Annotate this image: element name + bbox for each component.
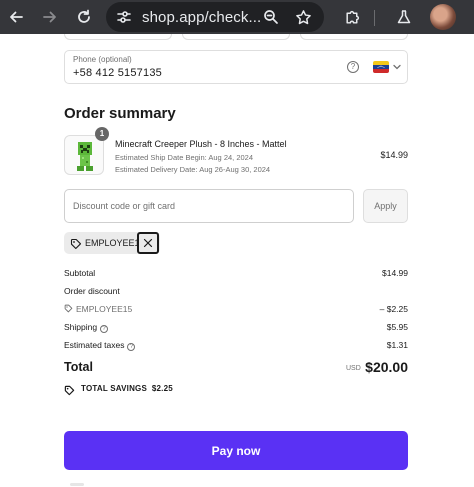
shipping-value: $5.95 bbox=[386, 322, 408, 332]
tag-icon bbox=[70, 237, 82, 255]
ship-date: Estimated Ship Date Begin: Aug 24, 2024 bbox=[115, 153, 254, 162]
back-arrow-icon[interactable] bbox=[2, 3, 30, 31]
phone-field[interactable]: Phone (optional) +58 412 5157135 ? bbox=[64, 50, 408, 84]
savings-tag-icon bbox=[64, 383, 75, 401]
remove-code-button[interactable] bbox=[137, 232, 159, 254]
taxes-label: Estimated taxes bbox=[64, 340, 125, 350]
discount-code-line: EMPLOYEE15 bbox=[64, 304, 132, 315]
close-icon bbox=[143, 238, 153, 248]
puzzle-icon[interactable] bbox=[338, 3, 366, 31]
subtotal-value: $14.99 bbox=[382, 268, 408, 278]
product-price: $14.99 bbox=[380, 150, 408, 160]
reload-icon[interactable] bbox=[70, 3, 98, 31]
quantity-badge: 1 bbox=[95, 127, 109, 141]
magnifier-icon[interactable] bbox=[260, 6, 282, 28]
question-circle-icon[interactable]: ? bbox=[347, 61, 359, 73]
product-name: Minecraft Creeper Plush - 8 Inches - Mat… bbox=[115, 139, 287, 149]
shipping-line: Shipping? bbox=[64, 322, 109, 333]
question-circle-icon[interactable]: ? bbox=[127, 343, 136, 351]
checkout-page: Phone (optional) +58 412 5157135 ? Order… bbox=[0, 34, 474, 487]
question-circle-icon[interactable]: ? bbox=[100, 325, 109, 333]
order-summary-title: Order summary bbox=[64, 105, 176, 122]
total-currency: USD bbox=[346, 365, 361, 372]
delivery-date: Estimated Delivery Date: Aug 26-Aug 30, … bbox=[115, 165, 271, 174]
discount-code-input[interactable] bbox=[64, 189, 354, 223]
total-savings: TOTAL SAVINGS $2.25 bbox=[81, 384, 173, 393]
shipping-label: Shipping bbox=[64, 322, 98, 332]
pay-now-button[interactable]: Pay now bbox=[64, 431, 408, 470]
toolbar-divider bbox=[374, 10, 375, 26]
flask-icon[interactable] bbox=[390, 3, 418, 31]
tune-icon[interactable] bbox=[116, 9, 132, 25]
total-label: Total bbox=[64, 360, 93, 374]
avatar[interactable] bbox=[430, 4, 456, 30]
subtotal-label: Subtotal bbox=[64, 268, 96, 278]
phone-value[interactable]: +58 412 5157135 bbox=[73, 67, 162, 79]
phone-label: Phone (optional) bbox=[73, 55, 132, 64]
total-value: $20.00 bbox=[365, 359, 408, 375]
applied-code-label: EMPLOYEE15 bbox=[85, 238, 145, 248]
discount-code-text: EMPLOYEE15 bbox=[76, 304, 133, 314]
previous-field-bottom bbox=[300, 34, 408, 40]
forward-arrow-icon[interactable] bbox=[36, 3, 64, 31]
venezuela-flag-icon[interactable] bbox=[373, 61, 389, 73]
product-image bbox=[64, 135, 104, 175]
chevron-down-icon[interactable] bbox=[393, 63, 401, 72]
taxes-line: Estimated taxes? bbox=[64, 340, 136, 351]
apply-button[interactable]: Apply bbox=[363, 189, 408, 223]
previous-field-bottom bbox=[64, 34, 172, 40]
star-icon[interactable] bbox=[292, 6, 314, 28]
browser-toolbar: shop.app/check... bbox=[0, 0, 474, 34]
tag-icon bbox=[64, 304, 73, 315]
discount-value: – $2.25 bbox=[379, 304, 408, 314]
order-discount-label: Order discount bbox=[64, 286, 120, 296]
taxes-value: $1.31 bbox=[386, 340, 408, 350]
url-text[interactable]: shop.app/check... bbox=[142, 9, 261, 26]
previous-field-bottom bbox=[182, 34, 290, 40]
footer-stub bbox=[70, 483, 84, 486]
